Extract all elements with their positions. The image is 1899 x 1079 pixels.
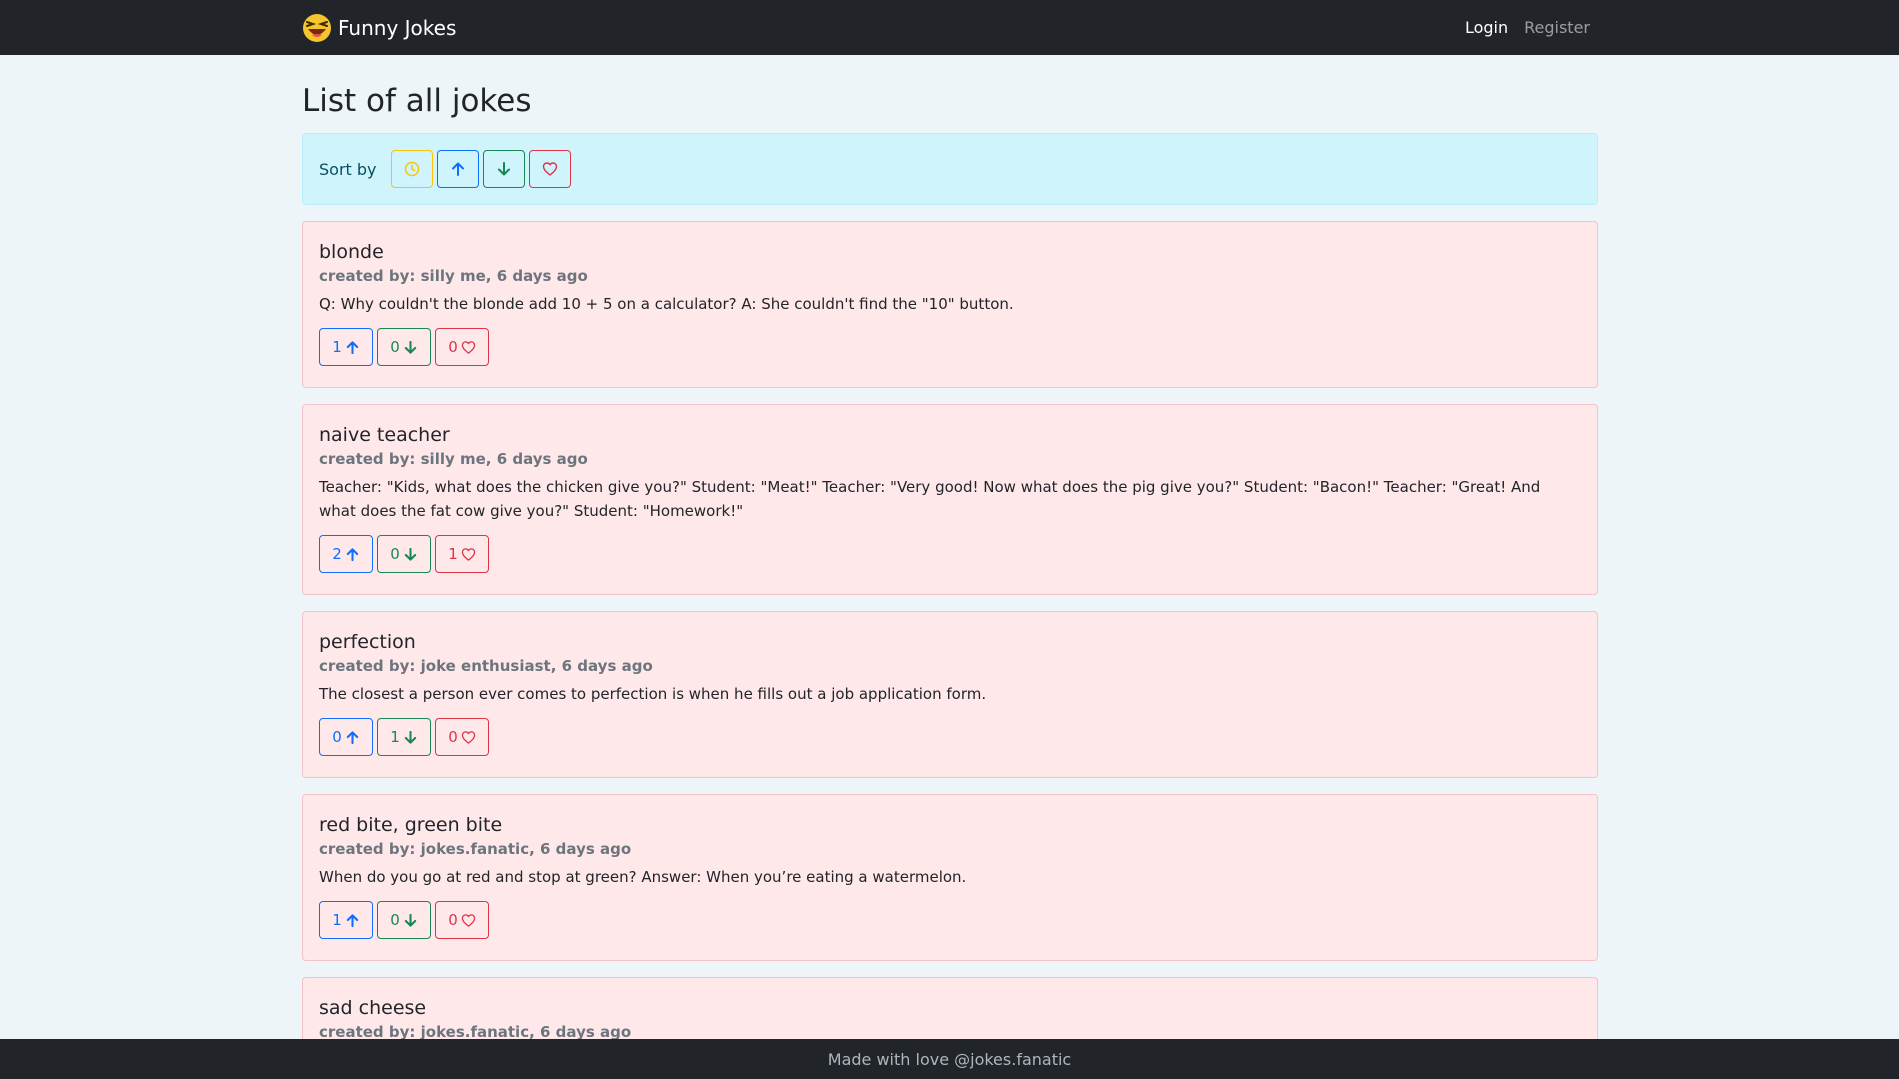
like-button[interactable]: 0 — [435, 328, 489, 366]
joke-title: sad cheese — [319, 997, 427, 1019]
nav-links: Login Register — [1449, 18, 1598, 37]
joke-meta: created by: jokes.fanatic, 6 days ago — [319, 840, 632, 858]
arrow-up-icon — [346, 547, 358, 561]
upvote-count: 2 — [332, 545, 342, 563]
heart-icon — [542, 162, 557, 176]
joke-meta: created by: joke enthusiast, 6 days ago — [319, 657, 653, 675]
joke-title: red bite, green bite — [319, 814, 503, 836]
footer-text: Made with love @jokes.fanatic — [827, 1049, 1072, 1069]
joke-meta: created by: silly me, 6 days ago — [319, 450, 588, 468]
like-count: 0 — [448, 911, 458, 929]
clock-icon — [404, 161, 419, 177]
laughing-emoji-icon — [303, 13, 331, 42]
like-count: 1 — [448, 545, 458, 563]
joke-actions: 1 0 0 — [319, 901, 1581, 939]
like-count: 0 — [448, 728, 458, 746]
sort-label: Sort by — [319, 159, 377, 179]
navbar-inner: Funny Jokes Login Register — [302, 0, 1598, 55]
upvote-button[interactable]: 1 — [319, 328, 373, 366]
upvote-button[interactable]: 2 — [319, 535, 373, 573]
arrow-down-icon — [404, 340, 416, 354]
downvote-button[interactable]: 0 — [377, 535, 431, 573]
joke-title: perfection — [319, 631, 416, 653]
like-count: 0 — [448, 338, 458, 356]
joke-card: perfection created by: joke enthusiast, … — [302, 611, 1598, 778]
heart-icon — [461, 547, 476, 561]
navbar: Funny Jokes Login Register — [0, 0, 1899, 55]
register-link[interactable]: Register — [1524, 18, 1590, 37]
arrow-down-icon — [497, 162, 510, 176]
joke-title: blonde — [319, 241, 384, 263]
joke-actions: 2 0 1 — [319, 535, 1581, 573]
joke-text: Q: Why couldn't the blonde add 10 + 5 on… — [319, 295, 1014, 313]
main-container: List of all jokes Sort by — [302, 55, 1598, 205]
heart-icon — [461, 340, 476, 354]
arrow-up-icon — [346, 913, 358, 927]
downvote-button[interactable]: 0 — [377, 328, 431, 366]
downvote-count: 0 — [390, 338, 400, 356]
upvote-button[interactable]: 1 — [319, 901, 373, 939]
page-title: List of all jokes — [302, 83, 532, 119]
joke-actions: 0 1 0 — [319, 718, 1581, 756]
joke-text: The closest a person ever comes to perfe… — [319, 685, 987, 703]
upvote-count: 1 — [332, 911, 342, 929]
joke-actions: 1 0 0 — [319, 328, 1581, 366]
downvote-button[interactable]: 1 — [377, 718, 431, 756]
downvote-count: 1 — [390, 728, 400, 746]
login-link[interactable]: Login — [1465, 18, 1508, 37]
footer: Made with love @jokes.fanatic — [0, 1039, 1899, 1079]
joke-text: When do you go at red and stop at green?… — [319, 868, 967, 886]
joke-meta: created by: silly me, 6 days ago — [319, 267, 588, 285]
upvote-button[interactable]: 0 — [319, 718, 373, 756]
joke-card: blonde created by: silly me, 6 days ago … — [302, 221, 1598, 388]
arrow-up-icon — [346, 730, 358, 744]
arrow-up-icon — [346, 340, 358, 354]
joke-card: red bite, green bite created by: jokes.f… — [302, 794, 1598, 961]
sort-by-likes-button[interactable] — [528, 150, 571, 188]
arrow-down-icon — [404, 730, 416, 744]
brand-link[interactable]: Funny Jokes — [302, 13, 456, 43]
upvote-count: 0 — [332, 728, 342, 746]
upvote-count: 1 — [332, 338, 342, 356]
like-button[interactable]: 0 — [435, 718, 489, 756]
sort-by-date-button[interactable] — [390, 150, 433, 188]
downvote-count: 0 — [390, 911, 400, 929]
joke-text: Teacher: "Kids, what does the chicken gi… — [319, 478, 1541, 520]
sort-by-upvotes-button[interactable] — [436, 150, 479, 188]
downvote-count: 0 — [390, 545, 400, 563]
arrow-up-icon — [451, 162, 464, 176]
heart-icon — [461, 730, 476, 744]
sort-bar: Sort by — [302, 133, 1598, 205]
heart-icon — [461, 913, 476, 927]
arrow-down-icon — [404, 913, 416, 927]
joke-title: naive teacher — [319, 424, 450, 446]
arrow-down-icon — [404, 547, 416, 561]
sort-by-downvotes-button[interactable] — [482, 150, 525, 188]
like-button[interactable]: 0 — [435, 901, 489, 939]
brand-name: Funny Jokes — [338, 15, 457, 40]
like-button[interactable]: 1 — [435, 535, 489, 573]
joke-card: naive teacher created by: silly me, 6 da… — [302, 404, 1598, 595]
downvote-button[interactable]: 0 — [377, 901, 431, 939]
